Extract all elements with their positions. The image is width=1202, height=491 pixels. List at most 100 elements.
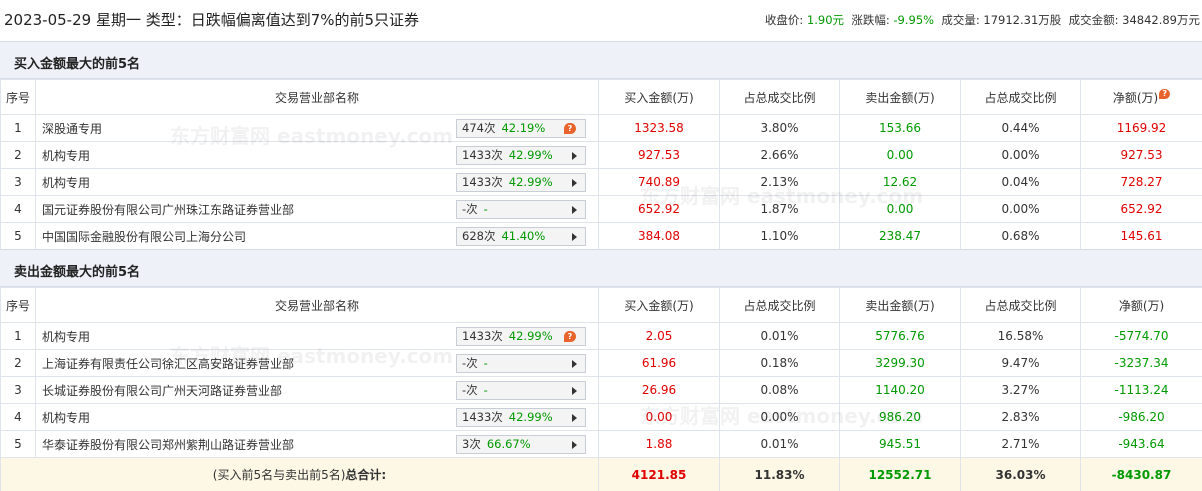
branch-stats-badge[interactable]: 1433次 42.99% bbox=[456, 408, 586, 427]
row-sell-ratio: 0.44% bbox=[960, 114, 1081, 142]
col-net-label: 净额(万) bbox=[1112, 90, 1159, 105]
arrow-right-icon[interactable] bbox=[572, 179, 577, 187]
row-net: 728.27 bbox=[1080, 168, 1202, 196]
branch-name-link[interactable]: 机构专用 bbox=[42, 330, 90, 344]
branch-times: -次 bbox=[462, 202, 478, 216]
branch-stats-badge[interactable]: -次 - bbox=[456, 354, 586, 373]
branch-name-link[interactable]: 上海证券有限责任公司徐汇区高安路证券营业部 bbox=[42, 357, 294, 371]
change-label: 涨跌幅: bbox=[851, 13, 890, 27]
row-sell-ratio: 3.27% bbox=[960, 376, 1081, 404]
branch-name-link[interactable]: 华泰证券股份有限公司郑州紫荆山路证券营业部 bbox=[42, 438, 294, 452]
branch-name-link[interactable]: 机构专用 bbox=[42, 149, 90, 163]
table-row[interactable]: 1 机构专用 1433次 42.99%? 2.05 0.01% 5776.76 16.58% -… bbox=[0, 322, 1202, 350]
row-branch: 机构专用 1433次 42.99% bbox=[35, 141, 599, 169]
row-buy-ratio: 0.01% bbox=[719, 430, 840, 458]
row-seq: 1 bbox=[0, 322, 36, 350]
row-seq: 4 bbox=[0, 403, 36, 431]
row-sell: 945.51 bbox=[839, 430, 961, 458]
close-price-value: 1.90元 bbox=[806, 13, 845, 27]
table-row[interactable]: 2 上海证券有限责任公司徐汇区高安路证券营业部 -次 - 61.96 0.18% 3299.… bbox=[0, 349, 1202, 377]
table-row[interactable]: 1 深股通专用 474次 42.19%? 1323.58 3.80% 153.66 0.44%… bbox=[0, 114, 1202, 142]
row-buy: 2.05 bbox=[598, 322, 720, 350]
row-sell-ratio: 9.47% bbox=[960, 349, 1081, 377]
branch-stats-badge[interactable]: 628次 41.40% bbox=[456, 227, 586, 246]
branch-times: 474次 bbox=[462, 121, 496, 135]
branch-name-link[interactable]: 长城证券股份有限公司广州天河路证券营业部 bbox=[42, 384, 282, 398]
branch-rate: 66.67% bbox=[486, 437, 531, 451]
branch-stats-badge[interactable]: 474次 42.19%? bbox=[456, 119, 586, 138]
row-buy: 740.89 bbox=[598, 168, 720, 196]
arrow-right-icon[interactable] bbox=[572, 360, 577, 368]
row-sell: 0.00 bbox=[839, 141, 961, 169]
branch-stats-badge[interactable]: 3次 66.67% bbox=[456, 435, 586, 454]
row-sell: 1140.20 bbox=[839, 376, 961, 404]
buy-section-header: 买入金额最大的前5名 bbox=[0, 41, 1202, 79]
row-branch: 深股通专用 474次 42.19%? bbox=[35, 114, 599, 142]
branch-name-link[interactable]: 中国国际金融股份有限公司上海分公司 bbox=[42, 230, 246, 244]
row-seq: 1 bbox=[0, 114, 36, 142]
branch-rate: - bbox=[483, 202, 488, 216]
arrow-right-icon[interactable] bbox=[572, 233, 577, 241]
row-sell: 238.47 bbox=[839, 222, 961, 250]
branch-times: 1433次 bbox=[462, 329, 503, 343]
branch-name-link[interactable]: 机构专用 bbox=[42, 411, 90, 425]
arrow-right-icon[interactable] bbox=[572, 441, 577, 449]
total-label-bold: 总合计: bbox=[345, 468, 387, 482]
branch-times: 1433次 bbox=[462, 175, 503, 189]
total-buy: 4121.85 bbox=[598, 457, 720, 491]
branch-stats-badge[interactable]: 1433次 42.99%? bbox=[456, 327, 586, 346]
row-sell: 986.20 bbox=[839, 403, 961, 431]
branch-stats-badge[interactable]: -次 - bbox=[456, 200, 586, 219]
row-sell-ratio: 2.71% bbox=[960, 430, 1081, 458]
row-branch: 上海证券有限责任公司徐汇区高安路证券营业部 -次 - bbox=[35, 349, 599, 377]
turnover-value: 34842.89万元 bbox=[1122, 13, 1200, 27]
row-sell: 3299.30 bbox=[839, 349, 961, 377]
branch-times: -次 bbox=[462, 383, 478, 397]
table-row[interactable]: 2 机构专用 1433次 42.99% 927.53 2.66% 0.00 0.00% 927.… bbox=[0, 141, 1202, 169]
branch-name-link[interactable]: 机构专用 bbox=[42, 176, 90, 190]
row-net: -986.20 bbox=[1080, 403, 1202, 431]
branch-times: 628次 bbox=[462, 229, 496, 243]
row-buy-ratio: 3.80% bbox=[719, 114, 840, 142]
row-branch: 国元证券股份有限公司广州珠江东路证券营业部 -次 - bbox=[35, 195, 599, 223]
question-icon[interactable]: ? bbox=[564, 123, 576, 134]
table-row[interactable]: 5 华泰证券股份有限公司郑州紫荆山路证券营业部 3次 66.67% 1.88 0.01% 9… bbox=[0, 430, 1202, 458]
row-net: 652.92 bbox=[1080, 195, 1202, 223]
branch-stats-badge[interactable]: -次 - bbox=[456, 381, 586, 400]
row-sell-ratio: 0.04% bbox=[960, 168, 1081, 196]
branch-stats-badge[interactable]: 1433次 42.99% bbox=[456, 173, 586, 192]
question-icon[interactable]: ? bbox=[564, 331, 576, 342]
sell-table: 序号 交易营业部名称 买入金额(万) 占总成交比例 卖出金额(万) 占总成交比例… bbox=[0, 287, 1202, 491]
table-row[interactable]: 4 机构专用 1433次 42.99% 0.00 0.00% 986.20 2.83% -986… bbox=[0, 403, 1202, 431]
row-sell-ratio: 0.68% bbox=[960, 222, 1081, 250]
arrow-right-icon[interactable] bbox=[572, 206, 577, 214]
row-buy-ratio: 0.00% bbox=[719, 403, 840, 431]
row-sell-ratio: 0.00% bbox=[960, 141, 1081, 169]
branch-stats-badge[interactable]: 1433次 42.99% bbox=[456, 146, 586, 165]
sell-section-title: 卖出金额最大的前5名 bbox=[14, 265, 141, 280]
row-seq: 2 bbox=[0, 349, 36, 377]
row-buy: 1.88 bbox=[598, 430, 720, 458]
table-row[interactable]: 3 长城证券股份有限公司广州天河路证券营业部 -次 - 26.96 0.08% 1140.2… bbox=[0, 376, 1202, 404]
col-buy-ratio: 占总成交比例 bbox=[719, 287, 840, 323]
table-row[interactable]: 3 机构专用 1433次 42.99% 740.89 2.13% 12.62 0.04% 728… bbox=[0, 168, 1202, 196]
row-branch: 机构专用 1433次 42.99% bbox=[35, 168, 599, 196]
arrow-right-icon[interactable] bbox=[572, 387, 577, 395]
row-sell: 153.66 bbox=[839, 114, 961, 142]
total-label: (买入前5名与卖出前5名)总合计: bbox=[0, 457, 599, 491]
arrow-right-icon[interactable] bbox=[572, 152, 577, 160]
row-branch: 机构专用 1433次 42.99%? bbox=[35, 322, 599, 350]
branch-name-link[interactable]: 国元证券股份有限公司广州珠江东路证券营业部 bbox=[42, 203, 294, 217]
row-seq: 5 bbox=[0, 222, 36, 250]
question-icon[interactable]: ? bbox=[1159, 88, 1171, 99]
total-label-prefix: (买入前5名与卖出前5名) bbox=[212, 468, 346, 482]
branch-rate: - bbox=[483, 383, 488, 397]
table-row[interactable]: 4 国元证券股份有限公司广州珠江东路证券营业部 -次 -652.92 1.87% 0.00… bbox=[0, 195, 1202, 223]
branch-name-link[interactable]: 深股通专用 bbox=[42, 122, 102, 136]
col-net: 净额(万)? bbox=[1080, 79, 1202, 115]
row-buy: 1323.58 bbox=[598, 114, 720, 142]
col-sell: 卖出金额(万) bbox=[839, 79, 961, 115]
arrow-right-icon[interactable] bbox=[572, 414, 577, 422]
table-row[interactable]: 5 中国国际金融股份有限公司上海分公司 628次 41.40% 384.08 1.10% 2… bbox=[0, 222, 1202, 250]
branch-rate: 42.19% bbox=[501, 121, 546, 135]
